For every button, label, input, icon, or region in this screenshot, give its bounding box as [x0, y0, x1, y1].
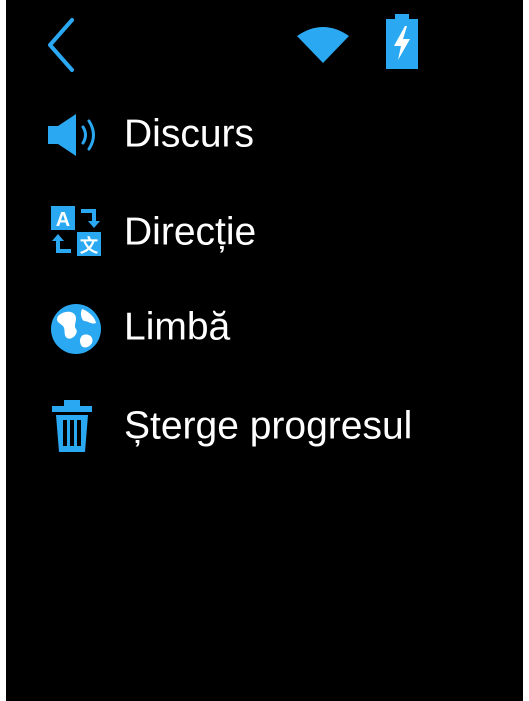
svg-text:文: 文	[80, 235, 99, 257]
translate-icon: A 文	[51, 206, 101, 257]
screen: Discurs A 文 Direcție Limbă Șterge progre…	[6, 0, 523, 701]
menu-item-label: Șterge progresul	[124, 404, 413, 448]
battery-charging-icon	[386, 14, 418, 69]
back-chevron-icon	[48, 18, 74, 72]
wifi-icon	[297, 27, 349, 63]
menu-item-label: Direcție	[124, 210, 257, 254]
menu-item-language[interactable]: Limbă	[36, 291, 506, 363]
menu-item-clear-progress[interactable]: Șterge progresul	[36, 390, 506, 462]
menu-item-label: Discurs	[124, 112, 255, 156]
menu-item-label: Limbă	[124, 305, 231, 349]
svg-text:A: A	[56, 209, 70, 231]
globe-icon	[51, 304, 101, 354]
menu-item-direction[interactable]: A 文 Direcție	[36, 196, 506, 268]
menu-item-speech[interactable]: Discurs	[36, 98, 506, 170]
trash-icon	[52, 400, 92, 452]
back-button[interactable]	[36, 10, 86, 76]
speaker-icon	[48, 114, 95, 156]
